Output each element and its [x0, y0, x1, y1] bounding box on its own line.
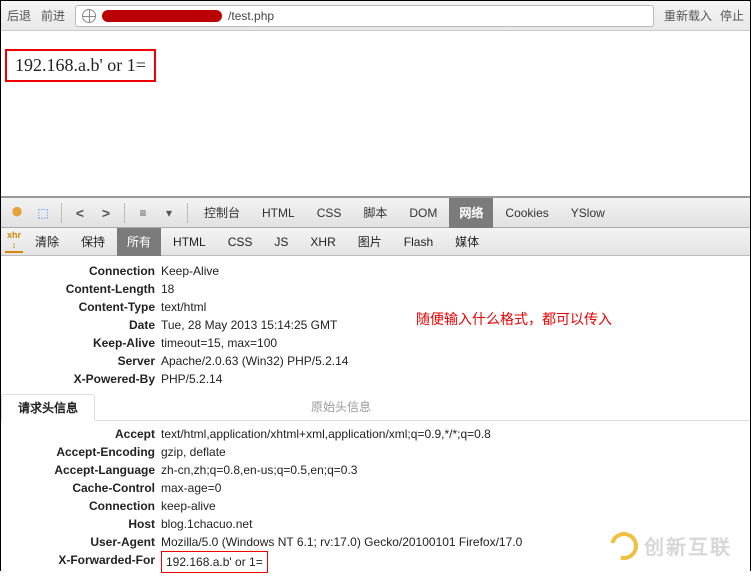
header-row: Accepttext/html,application/xhtml+xml,ap…	[1, 425, 750, 443]
stop-button[interactable]: 停止	[720, 7, 744, 24]
header-name: Cache-Control	[1, 479, 161, 497]
header-row: User-AgentMozilla/5.0 (Windows NT 6.1; r…	[1, 533, 750, 551]
xhr-icon[interactable]: xhr↕	[5, 230, 23, 253]
subtab-persist[interactable]: 保持	[71, 228, 115, 256]
page-content: 192.168.a.b' or 1=	[1, 31, 750, 196]
tab-html[interactable]: HTML	[252, 198, 305, 228]
subtab-media[interactable]: 媒体	[445, 228, 489, 256]
header-name: Content-Type	[1, 298, 161, 316]
back-button[interactable]: 后退	[7, 7, 31, 24]
subtab-all[interactable]: 所有	[117, 228, 161, 256]
header-value: 18	[161, 280, 174, 298]
subtab-html[interactable]: HTML	[163, 228, 216, 256]
devtools-subbar: xhr↕ 清除 保持 所有 HTML CSS JS XHR 图片 Flash 媒…	[1, 228, 750, 256]
request-headers: Accepttext/html,application/xhtml+xml,ap…	[1, 425, 750, 573]
url-bar[interactable]: /test.php	[75, 5, 654, 27]
section-tab-request[interactable]: 请求头信息	[1, 394, 95, 421]
header-value: timeout=15, max=100	[161, 334, 277, 352]
header-name: User-Agent	[1, 533, 161, 551]
header-name: X-Forwarded-For	[1, 551, 161, 569]
header-value: gzip, deflate	[161, 443, 226, 461]
devtools-content: ConnectionKeep-AliveContent-Length18Cont…	[1, 256, 750, 583]
subtab-xhr[interactable]: XHR	[300, 228, 345, 256]
response-headers: ConnectionKeep-AliveContent-Length18Cont…	[1, 262, 750, 388]
header-value: text/html	[161, 298, 206, 316]
header-value: zh-cn,zh;q=0.8,en-us;q=0.5,en;q=0.3	[161, 461, 357, 479]
devtools-topbar: ⬚ < > ≡ ▾ 控制台 HTML CSS 脚本 DOM 网络 Cookies…	[1, 198, 750, 228]
tab-console[interactable]: 控制台	[194, 198, 250, 228]
header-row: Accept-Languagezh-cn,zh;q=0.8,en-us;q=0.…	[1, 461, 750, 479]
header-row: X-Powered-ByPHP/5.2.14	[1, 370, 750, 388]
tab-yslow[interactable]: YSlow	[561, 198, 615, 228]
header-row: DateTue, 28 May 2013 15:14:25 GMT	[1, 316, 750, 334]
header-row: Content-Typetext/html	[1, 298, 750, 316]
header-row: Content-Length18	[1, 280, 750, 298]
header-section-tabs: 请求头信息 原始头信息	[1, 394, 750, 421]
header-name: Accept-Language	[1, 461, 161, 479]
header-name: Host	[1, 515, 161, 533]
header-row: ConnectionKeep-Alive	[1, 262, 750, 280]
header-value: text/html,application/xhtml+xml,applicat…	[161, 425, 491, 443]
url-redacted	[102, 10, 222, 22]
list-icon[interactable]: ≡	[131, 202, 155, 224]
subtab-js[interactable]: JS	[264, 228, 298, 256]
header-value: PHP/5.2.14	[161, 370, 222, 388]
header-row: ServerApache/2.0.63 (Win32) PHP/5.2.14	[1, 352, 750, 370]
section-tab-raw[interactable]: 原始头信息	[295, 394, 387, 420]
globe-icon	[82, 9, 96, 23]
header-value: Apache/2.0.63 (Win32) PHP/5.2.14	[161, 352, 348, 370]
header-value: Tue, 28 May 2013 15:14:25 GMT	[161, 316, 337, 334]
header-value: blog.1chacuo.net	[161, 515, 252, 533]
reload-button[interactable]: 重新载入	[664, 7, 712, 24]
tab-net[interactable]: 网络	[449, 198, 493, 228]
subtab-flash[interactable]: Flash	[394, 228, 443, 256]
header-value: max-age=0	[161, 479, 221, 497]
header-row: Hostblog.1chacuo.net	[1, 515, 750, 533]
header-name: Accept-Encoding	[1, 443, 161, 461]
header-row: Accept-Encodinggzip, deflate	[1, 443, 750, 461]
echoed-xff-value: 192.168.a.b' or 1=	[5, 49, 156, 82]
header-name: Server	[1, 352, 161, 370]
nav-forward-icon[interactable]: >	[94, 202, 118, 224]
header-value: 192.168.a.b' or 1=	[161, 551, 268, 573]
browser-toolbar: 后退 前进 /test.php 重新载入 停止	[1, 1, 750, 31]
header-value: Mozilla/5.0 (Windows NT 6.1; rv:17.0) Ge…	[161, 533, 522, 551]
nav-back-icon[interactable]: <	[68, 202, 92, 224]
header-name: Connection	[1, 262, 161, 280]
header-name: Date	[1, 316, 161, 334]
header-row: X-Forwarded-For192.168.a.b' or 1=	[1, 551, 750, 573]
subtab-images[interactable]: 图片	[348, 228, 392, 256]
subtab-clear[interactable]: 清除	[25, 228, 69, 256]
inspect-icon[interactable]: ⬚	[31, 202, 55, 224]
header-value: keep-alive	[161, 497, 216, 515]
tab-dom[interactable]: DOM	[399, 198, 447, 228]
header-row: Cache-Controlmax-age=0	[1, 479, 750, 497]
header-row: Connectionkeep-alive	[1, 497, 750, 515]
subtab-css[interactable]: CSS	[218, 228, 263, 256]
header-name: Content-Length	[1, 280, 161, 298]
devtools-panel: ⬚ < > ≡ ▾ 控制台 HTML CSS 脚本 DOM 网络 Cookies…	[1, 196, 750, 583]
header-name: Accept	[1, 425, 161, 443]
tab-script[interactable]: 脚本	[353, 198, 397, 228]
annotation-text: 随便输入什么格式，都可以传入	[416, 309, 612, 329]
highlighted-xff-value: 192.168.a.b' or 1=	[161, 551, 268, 573]
header-row: Keep-Alivetimeout=15, max=100	[1, 334, 750, 352]
header-name: Connection	[1, 497, 161, 515]
header-value: Keep-Alive	[161, 262, 219, 280]
firebug-icon[interactable]	[5, 202, 29, 224]
header-name: X-Powered-By	[1, 370, 161, 388]
url-path: /test.php	[228, 9, 274, 23]
forward-button[interactable]: 前进	[41, 7, 65, 24]
tab-cookies[interactable]: Cookies	[495, 198, 558, 228]
header-name: Keep-Alive	[1, 334, 161, 352]
dropdown-icon[interactable]: ▾	[157, 202, 181, 224]
tab-css[interactable]: CSS	[307, 198, 352, 228]
